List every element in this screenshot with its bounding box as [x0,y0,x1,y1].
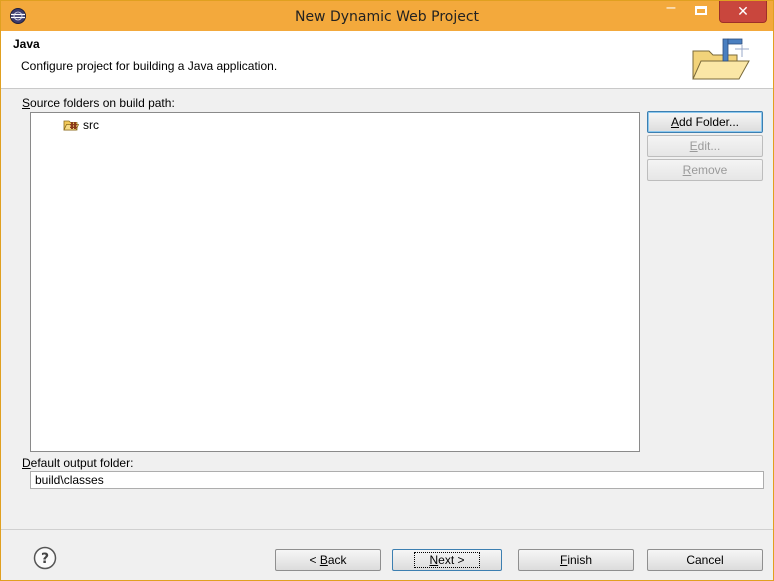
dialog-window: New Dynamic Web Project – ✕ Java Configu… [0,0,774,581]
default-output-folder-label: Default output folder: [22,456,134,470]
maximize-button[interactable] [687,1,715,23]
page-description: Configure project for building a Java ap… [21,59,278,73]
java-project-folder-icon [692,38,750,80]
source-folders-label: Source folders on build path: [22,96,175,110]
add-folder-button[interactable]: Add Folder... [647,111,763,133]
remove-button[interactable]: Remove [647,159,763,181]
source-folders-tree[interactable]: src [30,112,640,452]
cancel-button[interactable]: Cancel [647,549,763,571]
footer-divider [1,529,773,530]
next-button[interactable]: Next > [392,549,502,571]
svg-text:?: ? [41,551,49,567]
maximize-icon [695,6,707,15]
title-bar[interactable]: New Dynamic Web Project – ✕ [1,0,773,31]
finish-button[interactable]: Finish [518,549,634,571]
edit-button[interactable]: Edit... [647,135,763,157]
help-icon[interactable]: ? [33,546,57,570]
tree-item-src[interactable]: src [63,117,99,133]
page-title: Java [13,37,40,51]
wizard-header: Java Configure project for building a Ja… [1,31,773,89]
minimize-button[interactable]: – [657,0,685,23]
back-button[interactable]: < Back [275,549,381,571]
source-folder-icon [63,120,79,131]
tree-item-label: src [83,118,99,132]
close-button[interactable]: ✕ [719,1,767,23]
default-output-folder-input[interactable]: build\classes [30,471,764,489]
